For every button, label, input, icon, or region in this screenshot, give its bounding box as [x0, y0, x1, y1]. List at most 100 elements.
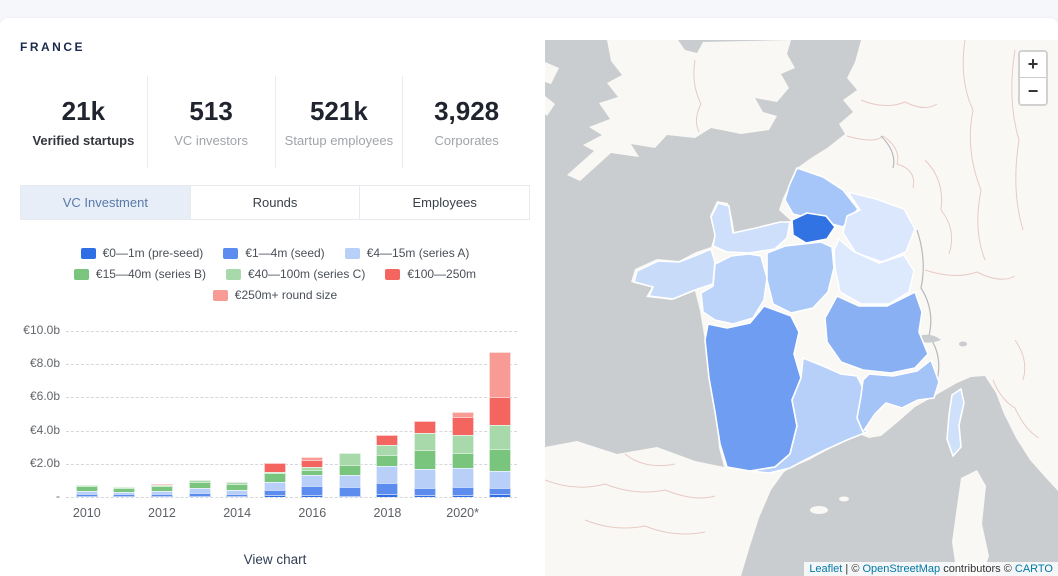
zoom-in-button[interactable]: +: [1020, 52, 1046, 78]
legend-row: €15—40m (series B) €40—100m (series C) €10…: [73, 267, 476, 281]
bar-segment: [451, 487, 474, 495]
legend-item[interactable]: €0—1m (pre-seed): [80, 246, 203, 260]
stat-block: 21k Verified startups: [20, 76, 148, 168]
bar-segment: [338, 465, 361, 475]
legend-item[interactable]: €250m+ round size: [212, 288, 338, 302]
legend-label: €15—40m (series B): [95, 267, 206, 281]
tab-vc-investment[interactable]: VC Investment: [21, 186, 190, 219]
leaflet-map[interactable]: + − Leaflet | © OpenStreetMap contributo…: [545, 40, 1058, 576]
dashboard-page: FRANCE 21k Verified startups 513 VC investo…: [0, 0, 1058, 576]
view-chart-link[interactable]: View chart: [20, 552, 530, 567]
map-svg: [545, 40, 1058, 576]
bar-segment: [451, 417, 474, 435]
tab-employees[interactable]: Employees: [359, 186, 530, 219]
bar-segment: [451, 495, 474, 497]
bar-segment: [301, 495, 324, 497]
bar-segment: [188, 496, 211, 497]
bar-2015[interactable]: [263, 463, 286, 497]
legend-swatch: [385, 268, 401, 280]
bar-segment: [489, 397, 512, 425]
stat-block: 513 VC investors: [148, 76, 276, 168]
tab-bar: VC Investment Rounds Employees: [20, 185, 530, 220]
bar-2014[interactable]: [226, 482, 249, 497]
stat-value: 21k: [61, 95, 106, 126]
bar-segment: [226, 496, 249, 497]
bar-2013[interactable]: [188, 480, 211, 497]
attribution-link[interactable]: Leaflet: [809, 563, 842, 575]
bar-segment: [414, 433, 437, 450]
stat-block: 521k Startup employees: [276, 76, 404, 168]
chart-legend: €0—1m (pre-seed) €1—4m (seed) €4—15m (seri…: [20, 246, 530, 302]
stat-label: Verified startups: [32, 133, 135, 149]
bar-segment: [338, 487, 361, 496]
stat-value: 3,928: [434, 95, 500, 126]
bar-segment: [301, 460, 324, 467]
x-axis-tick: 2014: [223, 506, 252, 520]
bar-2020[interactable]: [451, 412, 474, 497]
legend-item[interactable]: €1—4m (seed): [223, 246, 325, 260]
bar-2018[interactable]: [376, 435, 399, 497]
legend-row: €250m+ round size: [212, 288, 338, 302]
bar-2019[interactable]: [414, 421, 437, 497]
legend-item[interactable]: €15—40m (series B): [73, 267, 206, 281]
y-axis-tick: -: [56, 489, 60, 503]
bar-segment: [263, 463, 286, 472]
legend-row: €0—1m (pre-seed) €1—4m (seed) €4—15m (seri…: [80, 246, 469, 260]
bar-2012[interactable]: [150, 484, 173, 497]
x-axis-tick: 2016: [298, 506, 327, 520]
bar-segment: [338, 475, 361, 487]
bar-segment: [414, 488, 437, 495]
bar-segment: [489, 471, 512, 488]
bar-segment: [113, 496, 136, 497]
legend-item[interactable]: €4—15m (series A): [344, 246, 469, 260]
attribution-text: | ©: [842, 563, 863, 575]
bar-2011[interactable]: [113, 487, 136, 497]
bar-segment: [414, 495, 437, 497]
attribution-link[interactable]: OpenStreetMap: [862, 563, 940, 575]
attribution-text: contributors ©: [940, 563, 1015, 575]
bar-segment: [414, 450, 437, 469]
stat-label: Startup employees: [284, 133, 394, 149]
bar-2010[interactable]: [75, 485, 98, 497]
bar-segment: [376, 483, 399, 494]
content-card: FRANCE 21k Verified startups 513 VC investo…: [0, 18, 1058, 576]
zoom-out-button[interactable]: −: [1020, 78, 1046, 104]
bar-segment: [301, 475, 324, 486]
bar-segment: [263, 495, 286, 497]
y-axis-tick: €4.0b: [29, 422, 60, 437]
land-balearic-island: [839, 496, 849, 502]
bar-2017[interactable]: [338, 453, 361, 497]
legend-swatch: [73, 268, 89, 280]
stat-label: Corporates: [434, 133, 499, 149]
x-axis-tick: 2018: [373, 506, 402, 520]
x-axis-tick: 2012: [148, 506, 176, 520]
bar-segment: [414, 421, 437, 433]
stat-value: 513: [189, 95, 233, 126]
stats-row: 21k Verified startups 513 VC investors 521k S…: [20, 76, 530, 168]
map-attribution: Leaflet | © OpenStreetMap contributors ©…: [804, 562, 1058, 576]
chart-plot: [68, 331, 519, 497]
legend-item[interactable]: €40—100m (series C): [225, 267, 366, 281]
stat-block: 3,928 Corporates: [403, 76, 530, 168]
legend-swatch: [225, 268, 241, 280]
y-axis-tick: €2.0b: [29, 455, 60, 470]
bar-2021[interactable]: [489, 352, 512, 497]
bar-segment: [301, 486, 324, 495]
y-axis-tick: €10.0b: [23, 323, 60, 337]
legend-label: €250m+ round size: [234, 288, 338, 302]
bar-segment: [451, 468, 474, 487]
page-title: FRANCE: [20, 40, 85, 54]
bar-segment: [489, 425, 512, 449]
bar-2016[interactable]: [301, 457, 324, 497]
bar-segment: [451, 435, 474, 453]
legend-swatch: [80, 247, 96, 259]
legend-item[interactable]: €100—250m: [385, 267, 476, 281]
tab-rounds[interactable]: Rounds: [189, 186, 360, 219]
attribution-link[interactable]: CARTO: [1015, 563, 1053, 575]
bar-segment: [489, 352, 512, 397]
bar-segment: [489, 449, 512, 471]
bar-segment: [489, 494, 512, 497]
bar-segment: [338, 496, 361, 497]
legend-label: €40—100m (series C): [247, 267, 366, 281]
y-axis-tick: €8.0b: [29, 356, 60, 371]
